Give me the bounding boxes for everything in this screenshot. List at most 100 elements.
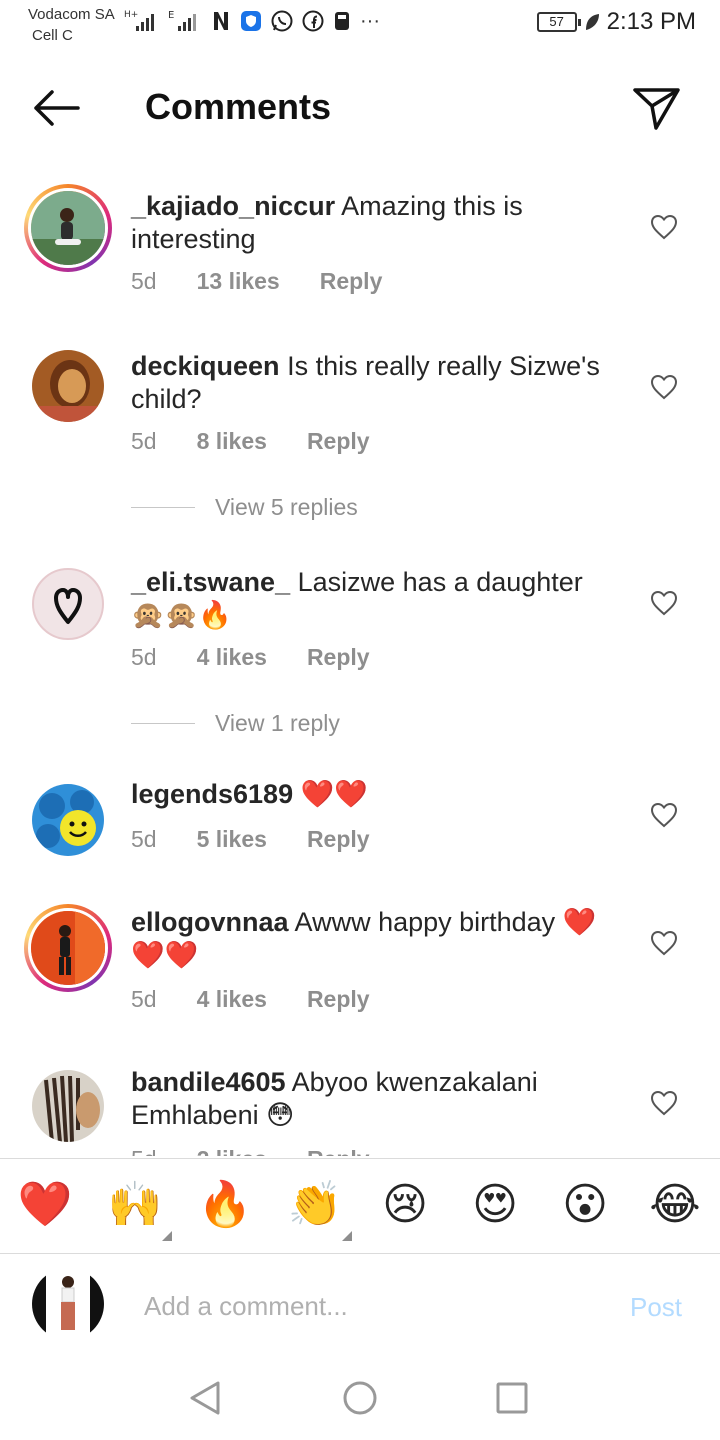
comment-text: bandile4605 Abyoo kwenzakalani Emhlabeni… [131,1066,621,1132]
comment-likes[interactable]: 13 likes [197,268,280,295]
comment-username[interactable]: ellogovnnaa [131,907,289,937]
comment-meta: 5d 8 likes Reply [131,428,410,455]
status-bar: Vodacom SA Cell C H+ E ··· 57 2:13 PM [0,0,720,52]
avatar[interactable] [32,784,104,856]
view-replies-label: View 1 reply [215,710,340,736]
home-circle-icon[interactable] [342,1380,378,1416]
comment-likes[interactable]: 4 likes [197,986,267,1013]
whatsapp-icon [271,10,293,32]
divider [131,507,195,508]
comment-input[interactable] [144,1286,584,1326]
heart-outline-icon [650,1090,678,1116]
heart-drawing-icon [54,588,82,624]
comment-age: 5d [131,268,157,294]
svg-text:H+: H+ [124,10,138,20]
comment-age: 5d [131,986,157,1012]
comment-age: 5d [131,826,157,852]
back-triangle-icon[interactable] [188,1380,222,1416]
reply-button[interactable]: Reply [307,644,370,671]
avatar[interactable] [32,350,104,422]
view-replies-label: View 5 replies [215,494,358,520]
comment-likes[interactable]: 5 likes [197,826,267,853]
view-replies-button[interactable]: View 1 reply [131,710,340,737]
comment-username[interactable]: _kajiado_niccur [131,191,335,221]
avatar[interactable] [32,1070,104,1142]
comment-meta: 5d 4 likes Reply [131,986,410,1013]
avatar[interactable] [32,568,104,640]
like-button[interactable] [650,214,678,240]
facebook-icon [302,10,324,32]
paper-plane-icon [633,88,680,130]
status-icons: H+ E ··· [124,8,380,34]
comment-likes[interactable]: 8 likes [197,428,267,455]
heart-outline-icon [650,802,678,828]
comment-text: _eli.tswane_ Lasizwe has a daughter 🙊🙊🔥 [131,566,621,632]
comment-meta: 5d 13 likes Reply [131,268,422,295]
post-button[interactable]: Post [630,1292,682,1323]
like-button[interactable] [650,930,678,956]
comment-text: ellogovnnaa Awww happy birthday ❤️❤️❤️ [131,906,621,972]
netflix-icon [214,12,228,30]
emoji-surprised-button[interactable]: 😮 [557,1177,613,1233]
like-button[interactable] [650,1090,678,1116]
skin-tone-indicator-icon [162,1231,172,1241]
comment-meta: 5d 5 likes Reply [131,826,410,853]
comments-list[interactable]: _kajiado_niccur Amazing this is interest… [0,160,720,1156]
share-button[interactable] [630,82,686,134]
comment-meta: 5d 4 likes Reply [131,644,410,671]
emoji-fire-button[interactable]: 🔥 [197,1177,253,1233]
avatar-photo [32,350,104,422]
carrier-name-primary: Vodacom SA [28,6,115,23]
comment-text: _kajiado_niccur Amazing this is interest… [131,190,621,256]
comment-username[interactable]: _eli.tswane_ [131,567,290,597]
battery-icon: 57 [536,12,581,32]
avatar-photo [32,1268,104,1340]
app-icon [335,12,349,30]
comment-username[interactable]: bandile4605 [131,1067,286,1097]
my-avatar [32,1268,104,1340]
page-title: Comments [145,86,332,127]
avatar-photo [32,784,104,856]
heart-outline-icon [650,374,678,400]
avatar-photo [31,191,105,265]
comment-username[interactable]: legends6189 [131,779,293,809]
reply-button[interactable]: Reply [307,1146,370,1156]
reply-button[interactable]: Reply [307,826,370,853]
svg-text:E: E [168,10,174,21]
emoji-raising-hands-button[interactable]: 🙌 [107,1177,163,1233]
battery-saver-leaf-icon [585,14,599,30]
comment-meta: 5d 2 likes Reply [131,1146,410,1156]
back-button[interactable] [28,82,84,134]
heart-outline-icon [650,214,678,240]
avatar[interactable] [24,184,112,272]
like-button[interactable] [650,590,678,616]
comment-text: deckiqueen Is this really really Sizwe's… [131,350,621,416]
reply-button[interactable]: Reply [307,986,370,1013]
like-button[interactable] [650,374,678,400]
emoji-clapping-button[interactable]: 👏 [287,1177,343,1233]
emoji-heart-button[interactable]: ❤️ [17,1177,73,1233]
recents-square-icon[interactable] [496,1382,528,1414]
like-button[interactable] [650,802,678,828]
comment-likes[interactable]: 4 likes [197,644,267,671]
emoji-quick-bar: ❤️ 🙌 🔥 👏 😢 😍 😮 😂 [0,1158,720,1254]
signal-hplus-icon: H+ [124,10,154,31]
avatar-photo [32,1070,104,1142]
emoji-laughing-button[interactable]: 😂 [647,1177,703,1233]
emoji-crying-button[interactable]: 😢 [377,1177,433,1233]
comment-age: 5d [131,1146,157,1156]
comment-text: legends6189 ❤️❤️ [131,778,621,811]
avatar[interactable] [24,904,112,992]
emoji-heart-eyes-button[interactable]: 😍 [467,1177,523,1233]
comment-username[interactable]: deckiqueen [131,351,280,381]
comment-likes[interactable]: 2 likes [197,1146,267,1156]
reply-button[interactable]: Reply [307,428,370,455]
system-nav-bar [0,1360,720,1440]
status-right: 57 2:13 PM [536,8,696,36]
comment-age: 5d [131,428,157,454]
reply-button[interactable]: Reply [320,268,383,295]
comment-composer: Post [0,1256,720,1356]
shield-app-icon [241,11,261,31]
divider [131,723,195,724]
view-replies-button[interactable]: View 5 replies [131,494,358,521]
